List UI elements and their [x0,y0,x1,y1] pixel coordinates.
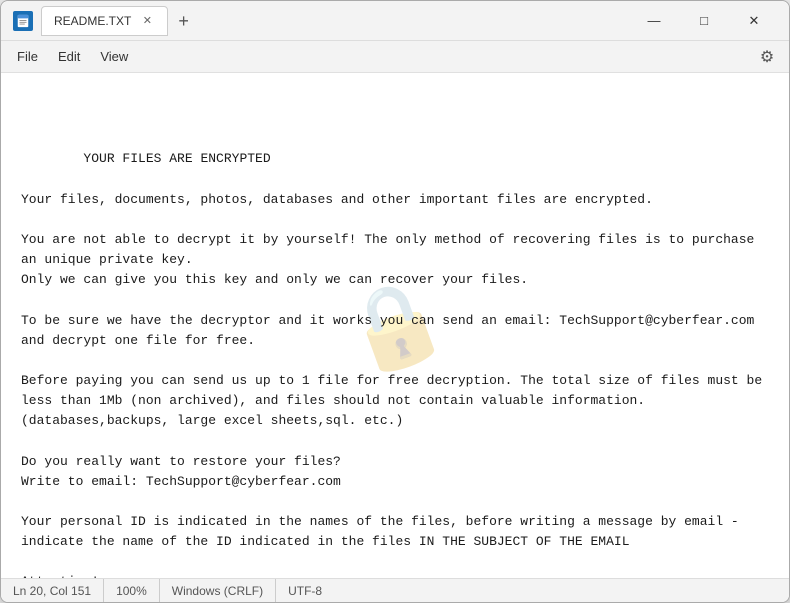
menu-bar: File Edit View ⚙ [1,41,789,73]
tab-label: README.TXT [54,14,131,28]
notepad-icon [13,11,33,31]
close-button[interactable]: ✕ [731,5,777,37]
menu-file[interactable]: File [9,45,46,68]
zoom-level: 100% [104,579,160,602]
menu-edit[interactable]: Edit [50,45,88,68]
minimize-button[interactable]: — [631,5,677,37]
title-bar-left: README.TXT ✕ + [13,6,631,36]
cursor-position: Ln 20, Col 151 [13,579,104,602]
main-window: README.TXT ✕ + — □ ✕ File Edit View ⚙ 🔒 … [0,0,790,603]
text-content-inner: YOUR FILES ARE ENCRYPTED Your files, doc… [21,129,769,578]
tab-close-button[interactable]: ✕ [139,13,155,29]
encoding: UTF-8 [276,579,334,602]
text-editor[interactable]: YOUR FILES ARE ENCRYPTED Your files, doc… [1,73,789,578]
maximize-button[interactable]: □ [681,5,727,37]
tab-bar: README.TXT ✕ + [41,6,195,36]
menu-items: File Edit View [9,45,136,68]
content-area: 🔒 YOUR FILES ARE ENCRYPTED Your files, d… [1,73,789,578]
line-ending: Windows (CRLF) [160,579,276,602]
editor-content: YOUR FILES ARE ENCRYPTED Your files, doc… [21,151,762,578]
window-controls: — □ ✕ [631,5,777,37]
new-tab-button[interactable]: + [172,12,195,30]
menu-view[interactable]: View [92,45,136,68]
title-bar: README.TXT ✕ + — □ ✕ [1,1,789,41]
status-bar: Ln 20, Col 151 100% Windows (CRLF) UTF-8 [1,578,789,602]
active-tab[interactable]: README.TXT ✕ [41,6,168,36]
settings-icon[interactable]: ⚙ [753,43,781,71]
